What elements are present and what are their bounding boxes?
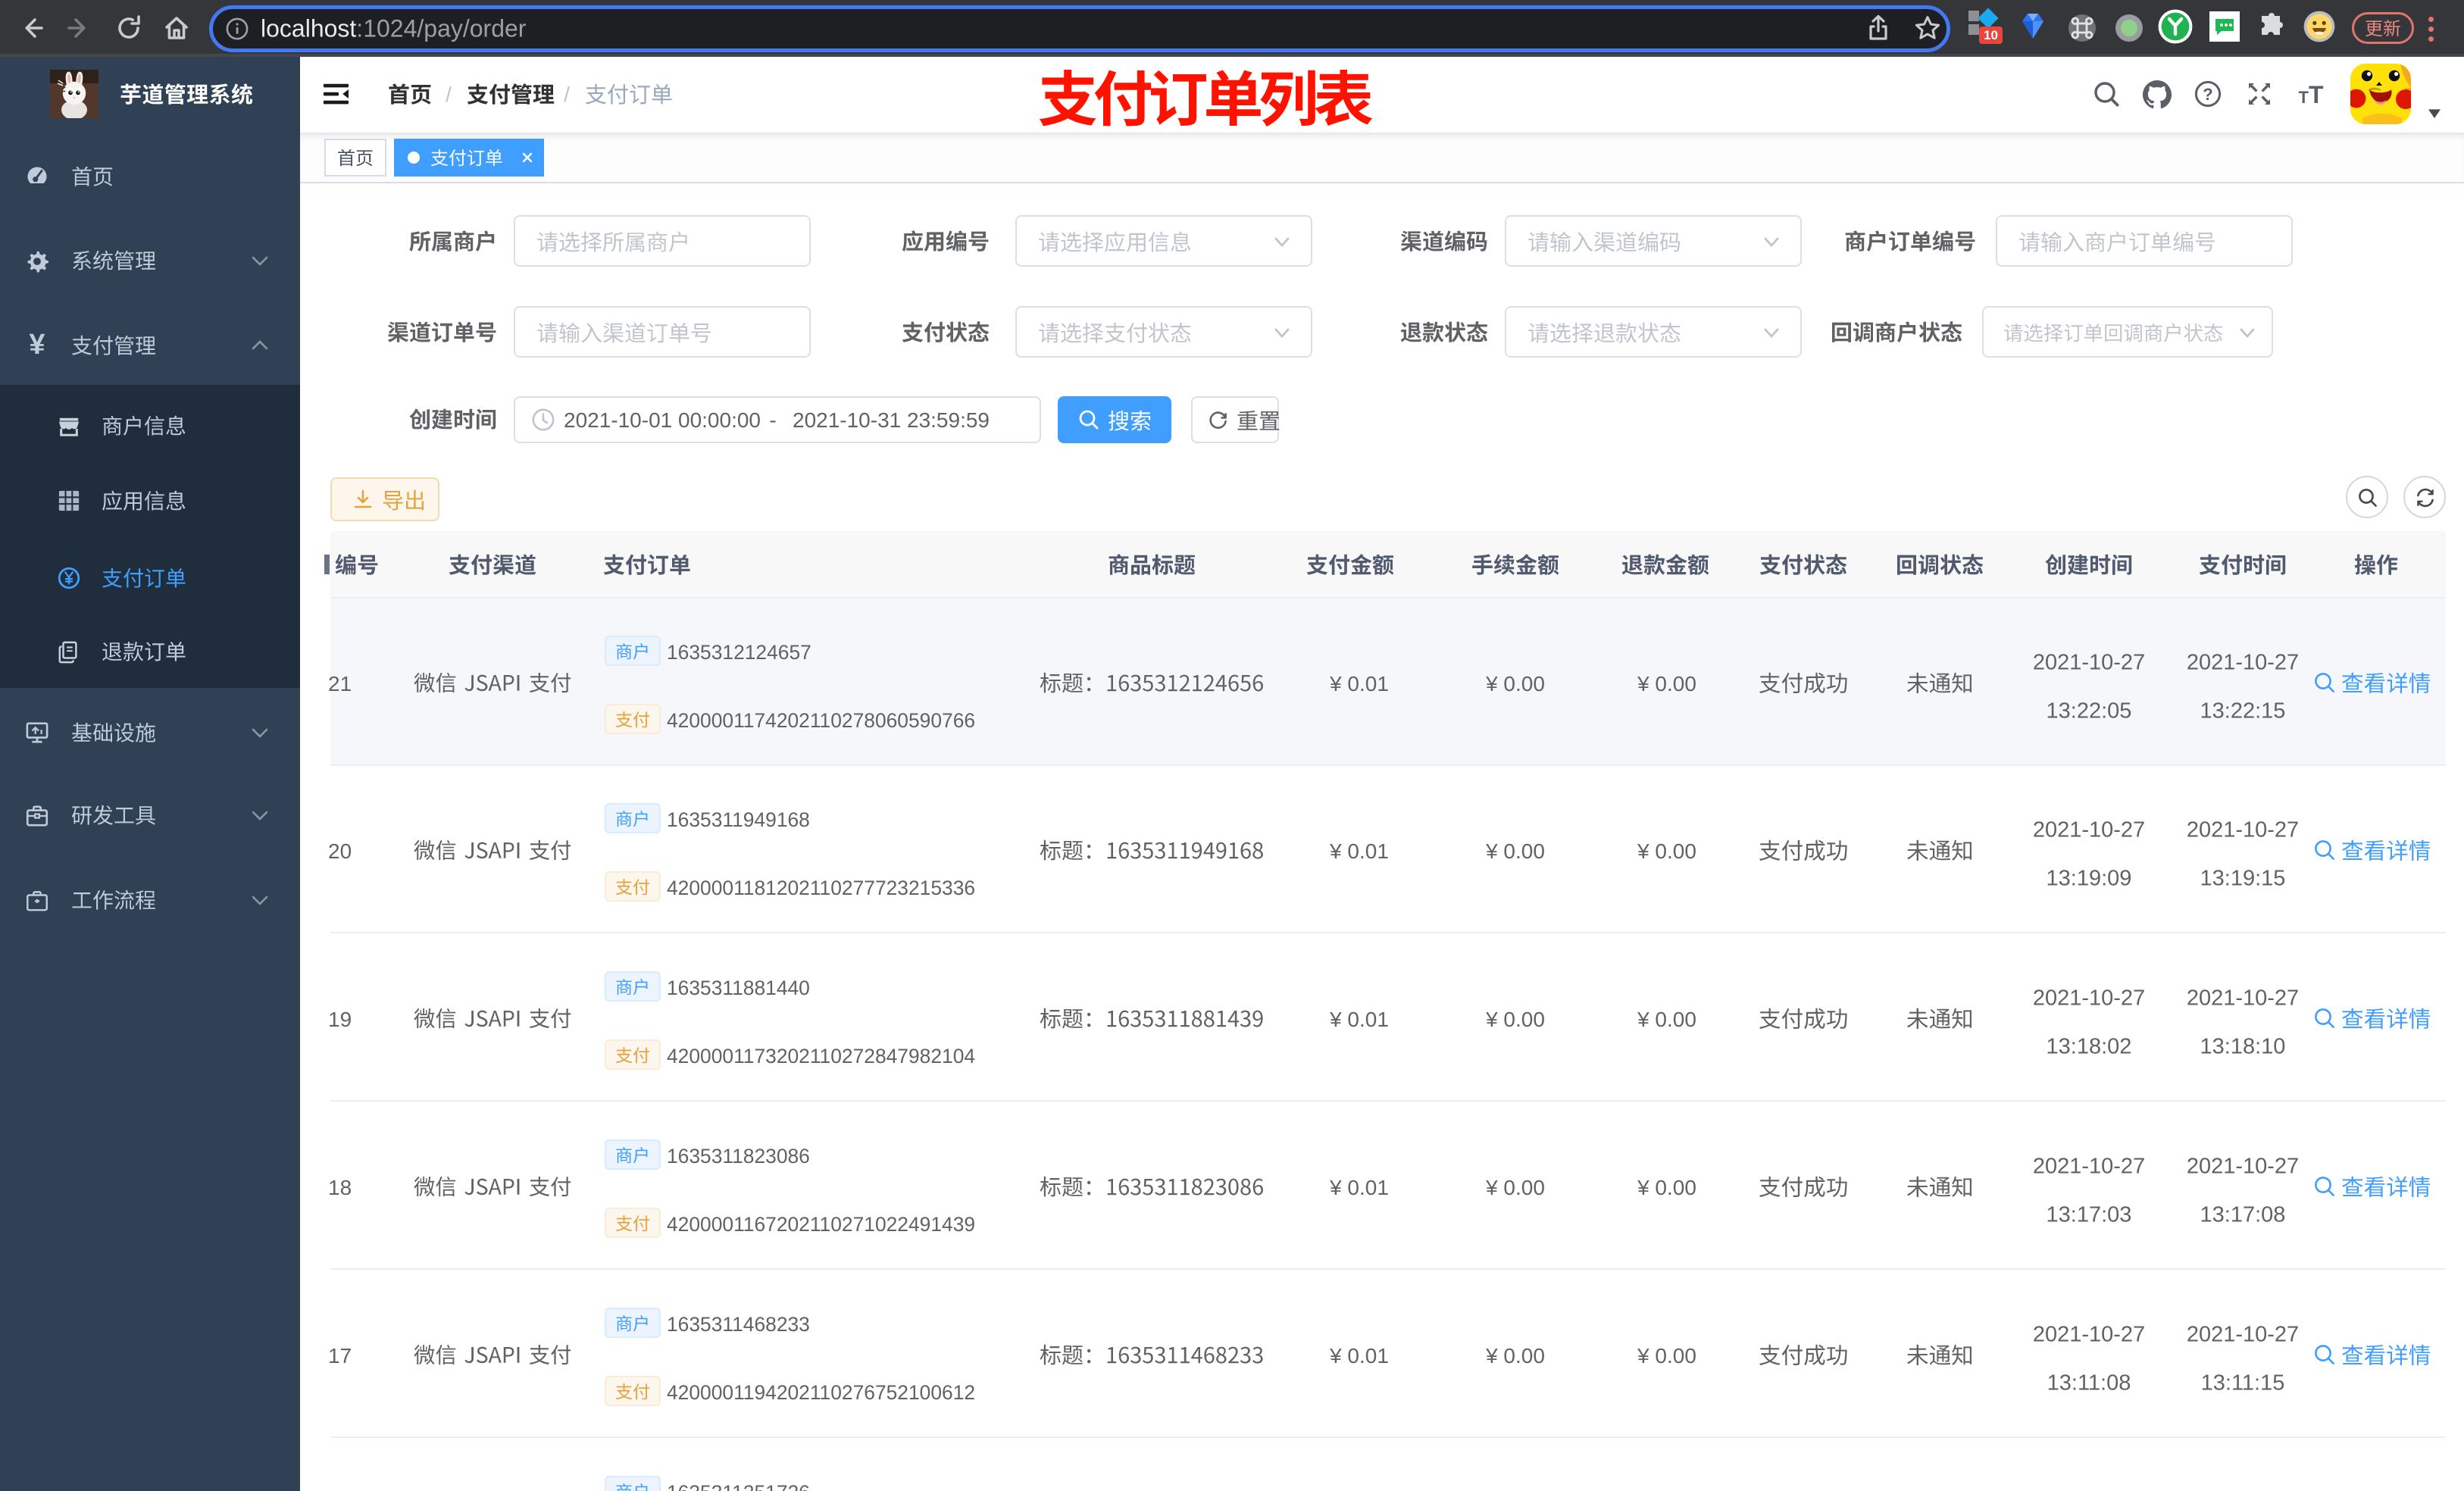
svg-text:?: ? xyxy=(2203,85,2212,104)
